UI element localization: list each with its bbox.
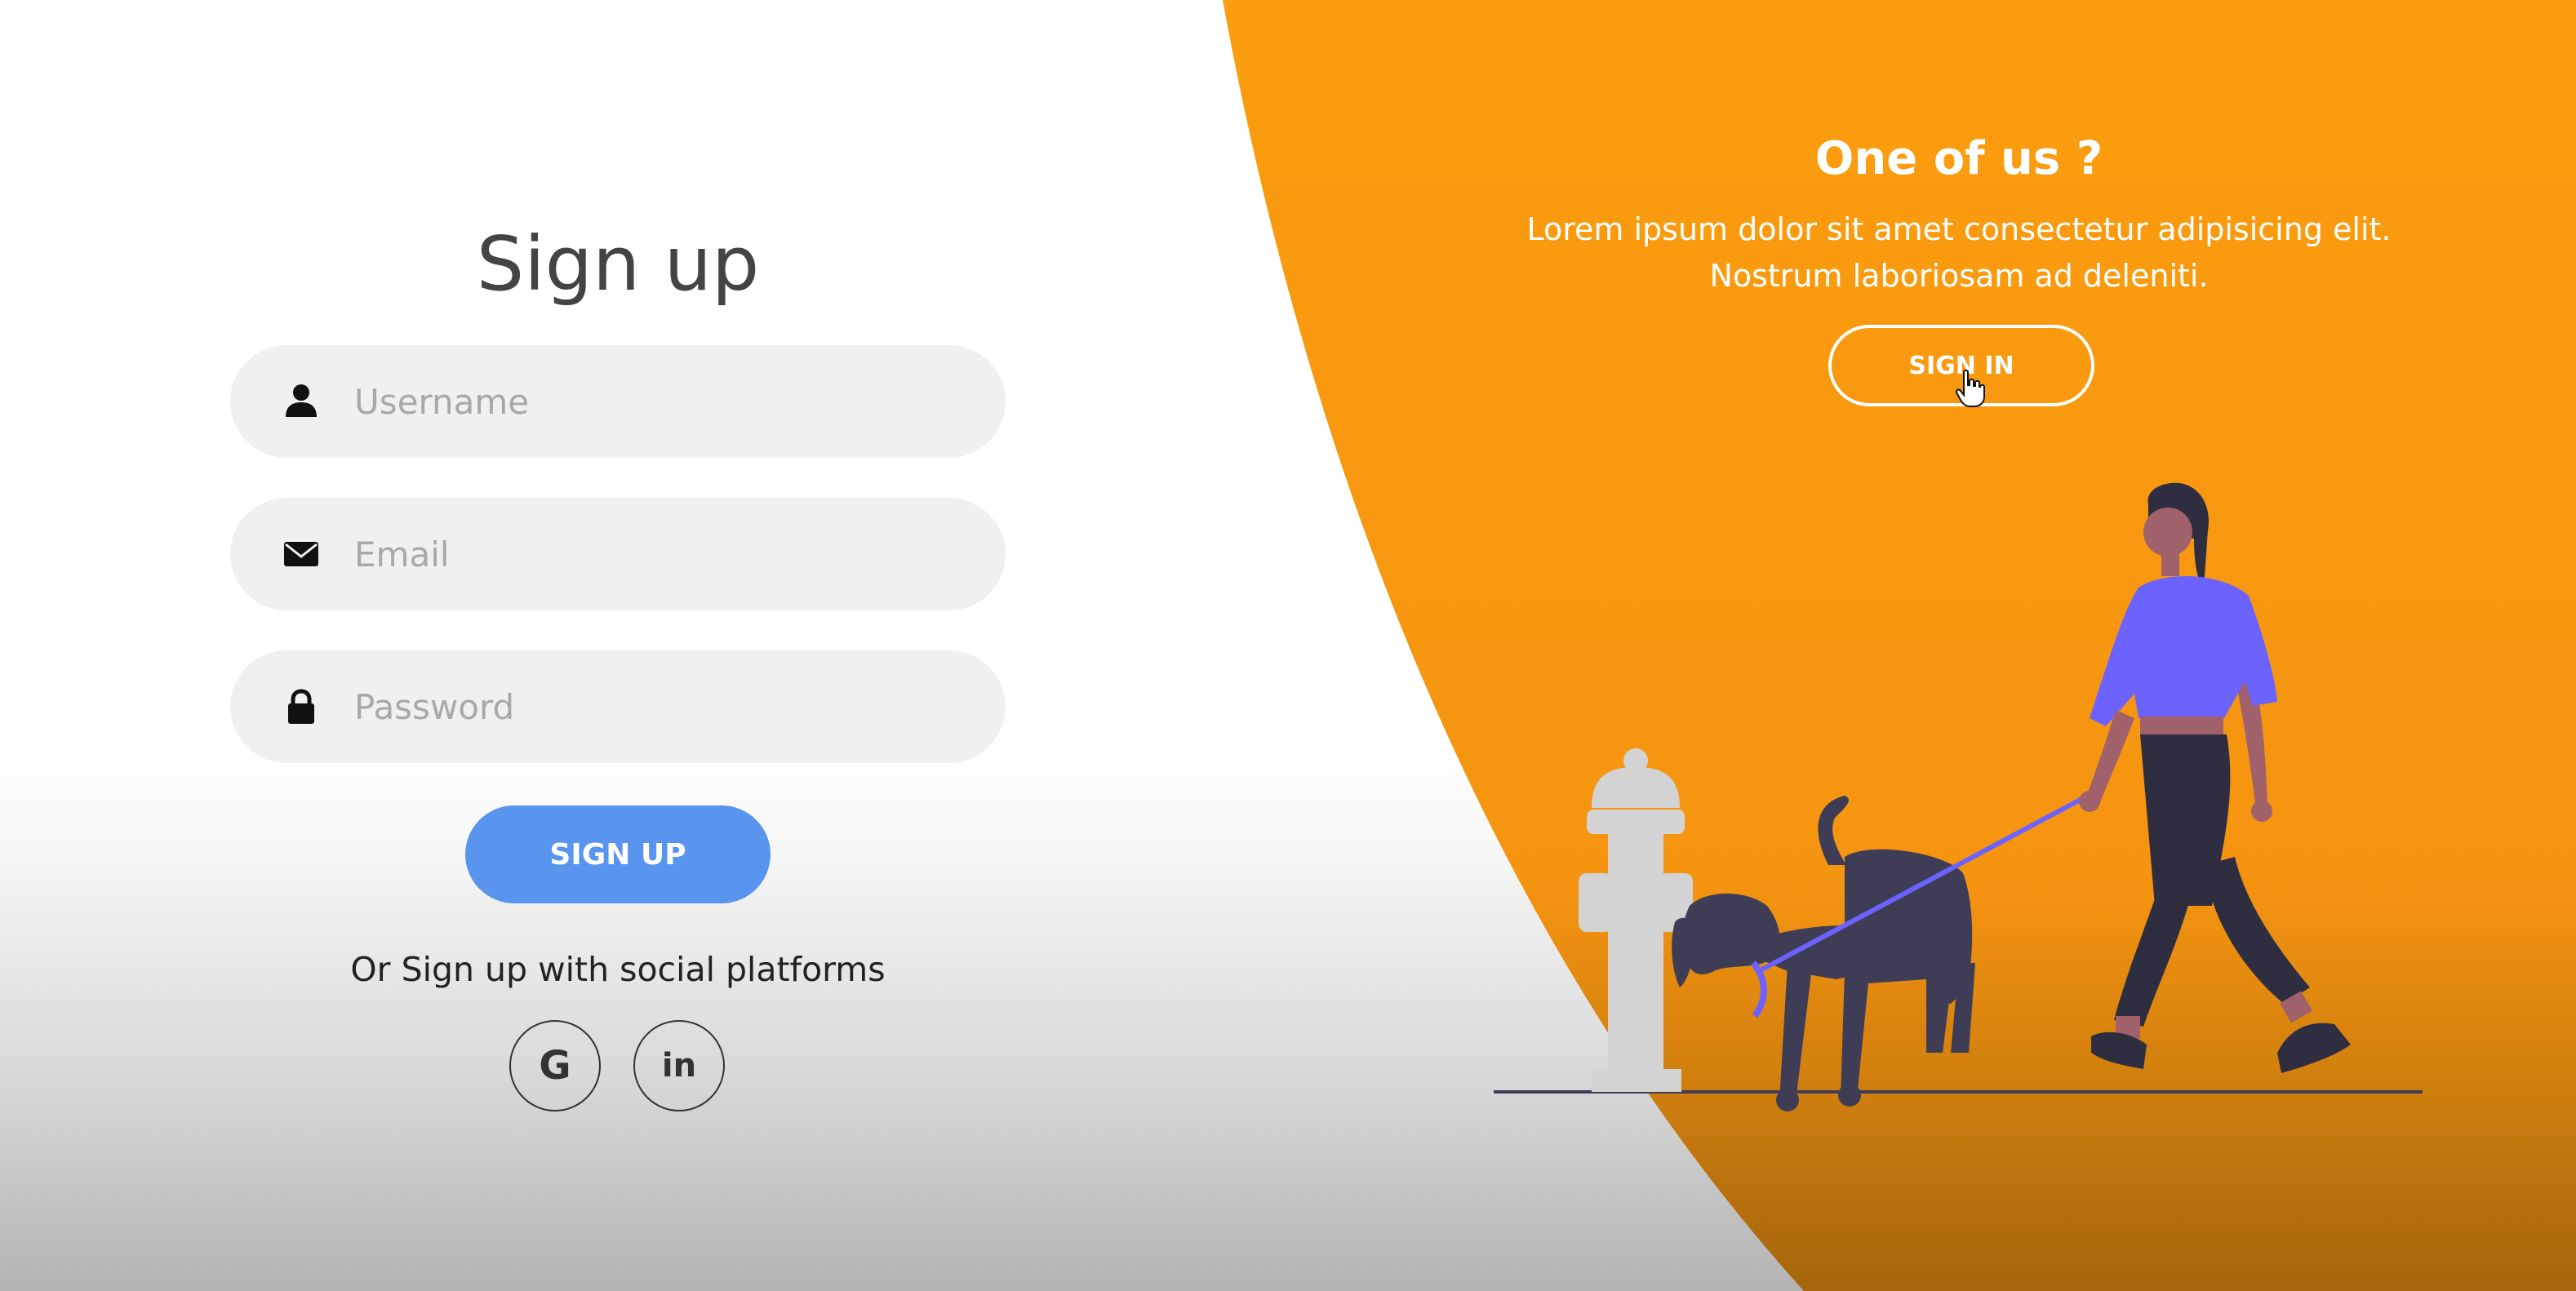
password-input[interactable] (354, 650, 975, 763)
signup-form: Sign up SIGN UP Or Sign up with social p… (230, 196, 1006, 1134)
email-field[interactable] (230, 498, 1006, 610)
signup-title: Sign up (476, 220, 760, 308)
password-field[interactable] (230, 650, 1006, 763)
hand-cursor-icon (1956, 369, 1985, 407)
panel-text-line-1: Lorem ipsum dolor sit amet consectetur a… (1526, 211, 2392, 247)
linkedin-button[interactable]: in (633, 1020, 725, 1111)
fire-hydrant (1579, 748, 1693, 1092)
panel-title: One of us ? (1814, 132, 2103, 185)
panel-text-line-2: Nostrum laboriosam ad deleniti. (1709, 258, 2209, 294)
envelope-icon (284, 542, 318, 566)
woman (2079, 482, 2351, 1073)
username-field[interactable] (230, 345, 1006, 458)
google-button[interactable]: G (509, 1020, 601, 1111)
woman-walking-dog-illustration (1494, 482, 2423, 1111)
email-input[interactable] (354, 498, 975, 610)
dog (1672, 796, 1975, 1111)
lock-icon (288, 689, 314, 724)
linkedin-icon: in (661, 1047, 697, 1085)
signup-button[interactable]: SIGN UP (465, 805, 771, 903)
social-text: Or Sign up with social platforms (350, 950, 886, 989)
user-icon (286, 384, 317, 417)
username-input[interactable] (354, 345, 975, 458)
google-icon: G (539, 1043, 571, 1089)
panel-text: Lorem ipsum dolor sit amet consectetur a… (1494, 206, 2424, 299)
